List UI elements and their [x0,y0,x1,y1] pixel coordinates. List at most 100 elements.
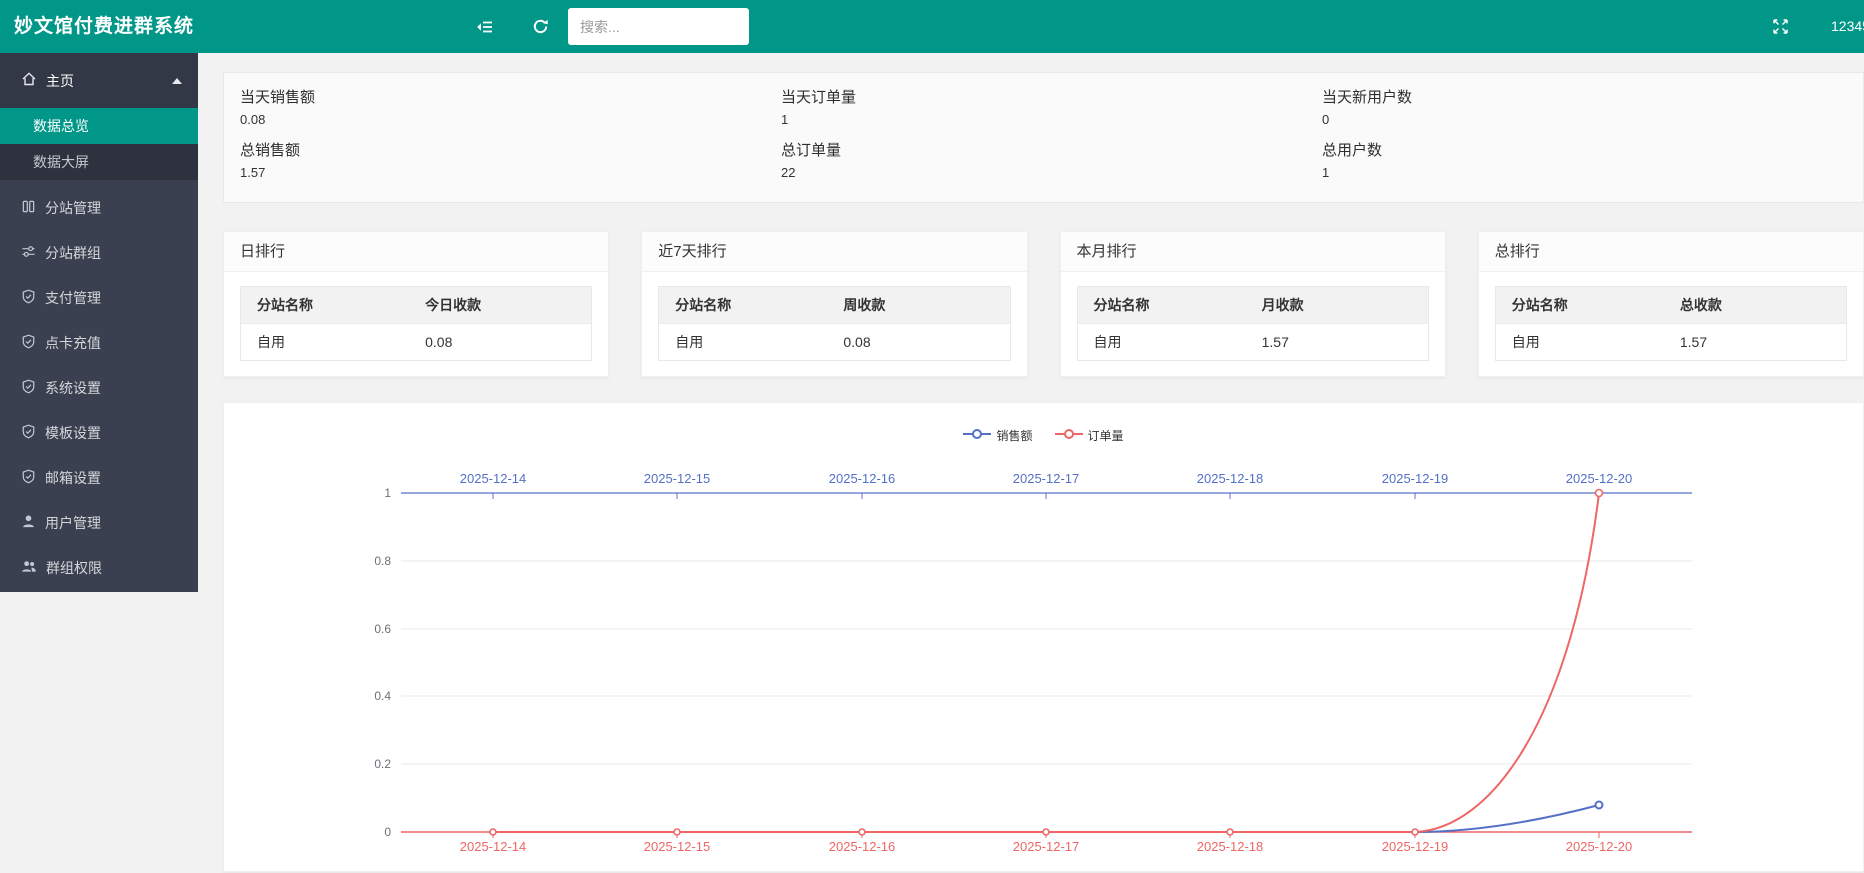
sidebar-item-payment-manage[interactable]: 支付管理 [0,275,198,320]
amount-cell: 0.08 [409,324,591,360]
stat-value: 0 [1322,112,1863,127]
svg-text:0.6: 0.6 [374,622,391,636]
svg-text:2025-12-15: 2025-12-15 [644,839,711,854]
stat-value: 0.08 [240,112,781,127]
stats-panel: 当天销售额 0.08 当天订单量 1 当天新用户数 0 总销售额 1.57 总订… [223,72,1864,203]
refresh-icon [532,18,549,35]
svg-text:2025-12-20: 2025-12-20 [1566,839,1633,854]
sidebar-item-substation-manage[interactable]: 分站管理 [0,185,198,230]
ranking-card-week: 近7天排行 分站名称 周收款 自用 0.08 [641,231,1027,377]
legend-label: 订单量 [1088,427,1124,444]
shield-check-icon [21,289,36,307]
sales-series-line [493,805,1599,832]
svg-text:2025-12-17: 2025-12-17 [1013,471,1080,486]
sidebar-item-label: 支付管理 [45,288,101,308]
chart-gridlines [401,561,1692,764]
svg-text:2025-12-17: 2025-12-17 [1013,839,1080,854]
orders-series-line [493,493,1599,832]
stat-value: 1 [1322,165,1863,180]
table-row: 自用 0.08 [659,323,1009,360]
username-menu[interactable]: 12345 [1831,0,1864,53]
sidebar-item-label: 邮箱设置 [45,468,101,488]
top-x-axis-labels: 2025-12-14 2025-12-15 2025-12-16 2025-12… [460,471,1633,486]
card-title: 近7天排行 [642,232,1026,272]
sidebar-item-label: 分站管理 [45,198,101,218]
sidebar-item-template-settings[interactable]: 模板设置 [0,410,198,455]
stat-label: 总销售额 [240,139,781,160]
sidebar-item-label: 系统设置 [45,378,101,398]
card-title: 本月排行 [1061,232,1445,272]
home-icon [21,71,37,90]
shield-check-icon [21,469,36,487]
main-content: 当天销售额 0.08 当天订单量 1 当天新用户数 0 总销售额 1.57 总订… [198,53,1864,844]
sidebar-menu-list: 分站管理 分站群组 支付管理 [0,185,198,590]
legend-item-orders[interactable]: 订单量 [1055,427,1124,444]
ranking-table: 分站名称 总收款 自用 1.57 [1495,286,1847,361]
site-name-cell: 自用 [241,324,409,360]
sidebar-item-card-recharge[interactable]: 点卡充值 [0,320,198,365]
sidebar-item-user-manage[interactable]: 用户管理 [0,500,198,545]
refresh-button[interactable] [520,0,560,53]
svg-text:2025-12-14: 2025-12-14 [460,839,527,854]
stat-total-sales: 总销售额 1.57 [240,139,781,192]
line-chart: 1 0.8 0.6 0.4 0.2 0 2025-12-14 2025-12-1… [224,403,1864,873]
sidebar-item-home[interactable]: 主页 [0,53,198,108]
site-name-cell: 自用 [1078,324,1246,360]
orders-data-points [490,490,1603,836]
stat-total-orders: 总订单量 22 [781,139,1322,192]
ranking-card-month: 本月排行 分站名称 月收款 自用 1.57 [1060,231,1446,377]
legend-label: 销售额 [996,427,1032,444]
sidebar-item-system-settings[interactable]: 系统设置 [0,365,198,410]
sidebar-item-label: 分站群组 [45,243,101,263]
collapse-sidebar-button[interactable] [465,0,505,53]
sidebar-item-label: 点卡充值 [45,333,101,353]
table-row: 自用 1.57 [1078,323,1428,360]
user-icon [21,514,36,532]
sidebar-nav: 主页 数据总览 数据大屏 分站管理 分站群组 [0,53,198,592]
stat-today-orders: 当天订单量 1 [781,86,1322,139]
ranking-cards-row: 日排行 分站名称 今日收款 自用 0.08 近7天排行 [223,231,1864,377]
top-x-axis-ticks [493,493,1599,499]
sidebar-item-data-overview[interactable]: 数据总览 [0,108,198,144]
sidebar-item-data-screen[interactable]: 数据大屏 [0,144,198,180]
stat-label: 当天新用户数 [1322,86,1863,107]
top-header: 妙文馆付费进群系统 [0,0,1864,53]
sliders-icon [21,244,36,262]
sidebar-item-label: 用户管理 [45,513,101,533]
svg-text:2025-12-19: 2025-12-19 [1382,839,1449,854]
sidebar-item-email-settings[interactable]: 邮箱设置 [0,455,198,500]
fullscreen-icon [1772,18,1789,35]
svg-text:0.2: 0.2 [374,757,391,771]
bottom-x-axis-labels: 2025-12-14 2025-12-15 2025-12-16 2025-12… [460,839,1633,854]
ranking-table: 分站名称 月收款 自用 1.57 [1077,286,1429,361]
search-input[interactable] [568,8,749,45]
column-header: 分站名称 [1496,287,1664,323]
svg-text:0: 0 [384,825,391,839]
ranking-table: 分站名称 周收款 自用 0.08 [658,286,1010,361]
stat-value: 1 [781,112,1322,127]
stat-total-users: 总用户数 1 [1322,139,1863,192]
card-title: 总排行 [1479,232,1863,272]
sidebar-item-label: 模板设置 [45,423,101,443]
site-name-cell: 自用 [1496,324,1664,360]
stat-today-sales: 当天销售额 0.08 [240,86,781,139]
column-header: 分站名称 [659,287,827,323]
svg-text:2025-12-19: 2025-12-19 [1382,471,1449,486]
amount-cell: 0.08 [827,324,1009,360]
sales-orders-chart-card: 销售额 订单量 1 [223,402,1864,872]
site-name-cell: 自用 [659,324,827,360]
card-title: 日排行 [224,232,608,272]
stat-today-new-users: 当天新用户数 0 [1322,86,1863,139]
legend-item-sales[interactable]: 销售额 [963,427,1032,444]
column-header: 分站名称 [241,287,409,323]
fullscreen-button[interactable] [1760,0,1800,53]
chart-legend: 销售额 订单量 [224,427,1863,444]
sidebar-item-substation-groups[interactable]: 分站群组 [0,230,198,275]
sidebar-item-group-permissions[interactable]: 群组权限 [0,545,198,590]
y-axis-labels: 1 0.8 0.6 0.4 0.2 0 [374,486,391,839]
amount-cell: 1.57 [1664,324,1846,360]
sidebar-item-label: 主页 [46,71,74,91]
stat-label: 当天销售额 [240,86,781,107]
ranking-table: 分站名称 今日收款 自用 0.08 [240,286,592,361]
shield-check-icon [21,424,36,442]
